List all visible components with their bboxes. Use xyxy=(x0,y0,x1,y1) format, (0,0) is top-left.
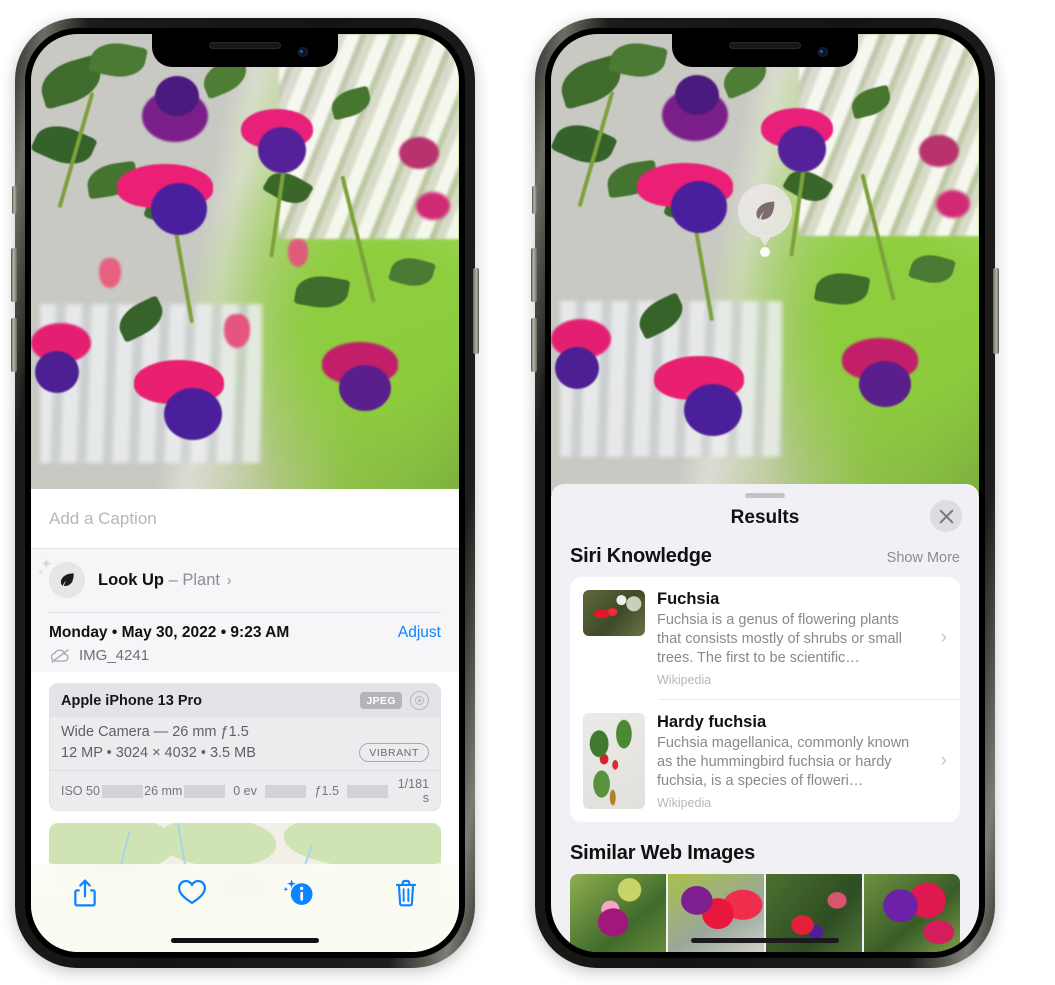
right-device-screen: Results Siri Knowledge Show More Fuchsia… xyxy=(551,34,979,952)
left-device-screen: Add a Caption ✦ ✦ Look Up – Plant › Mond… xyxy=(31,34,459,952)
web-image-thumbnail[interactable] xyxy=(864,873,960,952)
visual-lookup-bubble[interactable] xyxy=(738,184,792,257)
results-header: Results xyxy=(551,498,979,545)
exif-stats-row: ISO 50 26 mm 0 ev ƒ1.5 1/181 s xyxy=(50,770,440,810)
result-description: Fuchsia magellanica, commonly known as t… xyxy=(657,734,910,789)
stat-focal: 26 mm xyxy=(144,784,183,798)
leaf-icon xyxy=(738,184,792,238)
front-camera-icon xyxy=(818,47,828,57)
result-thumbnail xyxy=(583,590,645,636)
bubble-anchor-dot xyxy=(760,247,770,257)
stat-separator xyxy=(347,784,389,798)
style-badge: VIBRANT xyxy=(359,743,429,762)
sparkle-small-icon: ✦ xyxy=(37,567,45,577)
stat-separator xyxy=(183,784,225,798)
result-source: Wikipedia xyxy=(657,795,712,810)
close-button[interactable] xyxy=(930,500,962,532)
siri-knowledge-header: Siri Knowledge Show More xyxy=(551,545,979,577)
results-sheet: Results Siri Knowledge Show More Fuchsia… xyxy=(551,484,979,952)
stat-ev: 0 ev xyxy=(233,784,257,798)
earpiece-speaker xyxy=(209,42,281,49)
aperture-icon xyxy=(410,691,429,710)
info-button[interactable] xyxy=(245,878,352,908)
volume-up-button[interactable] xyxy=(11,248,17,302)
power-button[interactable] xyxy=(473,268,479,354)
look-up-subject: Plant xyxy=(182,570,220,589)
mute-switch[interactable] xyxy=(12,186,17,214)
caption-row[interactable]: Add a Caption xyxy=(31,489,459,548)
result-description: Fuchsia is a genus of flowering plants t… xyxy=(657,612,902,666)
adjust-button[interactable]: Adjust xyxy=(398,624,441,642)
result-title: Hardy fuchsia xyxy=(657,712,767,731)
left-device-bezel: Add a Caption ✦ ✦ Look Up – Plant › Mond… xyxy=(25,28,465,958)
filename-row: IMG_4241 xyxy=(49,647,441,664)
look-up-label: Look Up – Plant › xyxy=(98,571,232,590)
results-title: Results xyxy=(730,507,800,528)
exif-body: Wide Camera — 26 mm ƒ1.5 12 MP • 3024 × … xyxy=(50,717,440,770)
result-source: Wikipedia xyxy=(657,672,712,687)
chevron-right-icon: › xyxy=(226,571,232,589)
web-image-thumbnail[interactable] xyxy=(570,873,666,952)
front-camera-icon xyxy=(298,47,308,57)
left-iphone-device: Add a Caption ✦ ✦ Look Up – Plant › Mond… xyxy=(11,18,479,968)
show-more-button[interactable]: Show More xyxy=(887,550,960,566)
right-device-bezel: Results Siri Knowledge Show More Fuchsia… xyxy=(545,28,985,958)
hairline-divider xyxy=(49,612,441,613)
home-indicator[interactable] xyxy=(171,938,319,943)
similar-web-images-title: Similar Web Images xyxy=(570,841,755,864)
date-row: Monday • May 30, 2022 • 9:23 AM Adjust xyxy=(49,624,441,642)
leaf-icon: ✦ ✦ xyxy=(37,557,85,598)
trash-icon xyxy=(395,879,416,907)
lens-line: Wide Camera — 26 mm ƒ1.5 xyxy=(61,724,249,740)
caption-input[interactable]: Add a Caption xyxy=(49,509,441,529)
stat-separator xyxy=(101,784,143,798)
notch xyxy=(152,34,338,67)
siri-knowledge-title: Siri Knowledge xyxy=(570,545,712,567)
volume-down-button[interactable] xyxy=(531,318,537,372)
look-up-row[interactable]: ✦ ✦ Look Up – Plant › xyxy=(31,549,459,612)
volume-up-button[interactable] xyxy=(531,248,537,302)
photo-view[interactable] xyxy=(31,34,459,500)
right-iphone-device: Results Siri Knowledge Show More Fuchsia… xyxy=(531,18,999,968)
metadata-section: Monday • May 30, 2022 • 9:23 AM Adjust I… xyxy=(31,612,459,672)
share-button[interactable] xyxy=(31,878,138,908)
result-title: Fuchsia xyxy=(657,590,720,608)
stat-iso: ISO 50 xyxy=(61,784,100,798)
earpiece-speaker xyxy=(729,42,801,49)
spec-line: 12 MP • 3024 × 4032 • 3.5 MB xyxy=(61,744,256,761)
result-body: Hardy fuchsia Fuchsia magellanica, commo… xyxy=(657,713,947,810)
stat-separator xyxy=(265,784,307,798)
info-sparkle-icon xyxy=(282,879,312,905)
favorite-button[interactable] xyxy=(138,878,245,906)
look-up-title: Look Up xyxy=(98,570,164,589)
list-item[interactable]: Hardy fuchsia Fuchsia magellanica, commo… xyxy=(570,700,960,822)
screenshot-canvas: Add a Caption ✦ ✦ Look Up – Plant › Mond… xyxy=(0,0,1055,985)
result-thumbnail xyxy=(583,712,645,809)
photo-view[interactable] xyxy=(551,34,979,494)
capture-date: Monday • May 30, 2022 • 9:23 AM xyxy=(49,624,290,641)
delete-button[interactable] xyxy=(352,878,459,908)
look-up-dash: – xyxy=(168,570,178,589)
mute-switch[interactable] xyxy=(532,186,537,214)
stat-aperture: ƒ1.5 xyxy=(314,784,339,798)
knowledge-card-list: Fuchsia Fuchsia is a genus of flowering … xyxy=(570,577,960,822)
chevron-right-icon: › xyxy=(940,626,947,648)
stat-shutter: 1/181 s xyxy=(397,777,430,805)
share-icon xyxy=(73,879,96,907)
result-body: Fuchsia Fuchsia is a genus of flowering … xyxy=(657,590,947,687)
volume-down-button[interactable] xyxy=(11,318,17,372)
close-icon xyxy=(939,509,953,523)
notch xyxy=(672,34,858,67)
chevron-right-icon: › xyxy=(940,749,947,771)
icloud-slash-icon xyxy=(50,648,69,663)
device-model: Apple iPhone 13 Pro xyxy=(61,692,202,709)
exif-header: Apple iPhone 13 Pro JPEG xyxy=(50,684,440,717)
heart-icon xyxy=(177,879,206,905)
filename: IMG_4241 xyxy=(79,647,150,664)
power-button[interactable] xyxy=(993,268,999,354)
exif-card[interactable]: Apple iPhone 13 Pro JPEG Wide Camera — 2… xyxy=(49,683,441,811)
format-badge: JPEG xyxy=(360,692,402,709)
home-indicator[interactable] xyxy=(691,938,839,943)
list-item[interactable]: Fuchsia Fuchsia is a genus of flowering … xyxy=(570,577,960,699)
